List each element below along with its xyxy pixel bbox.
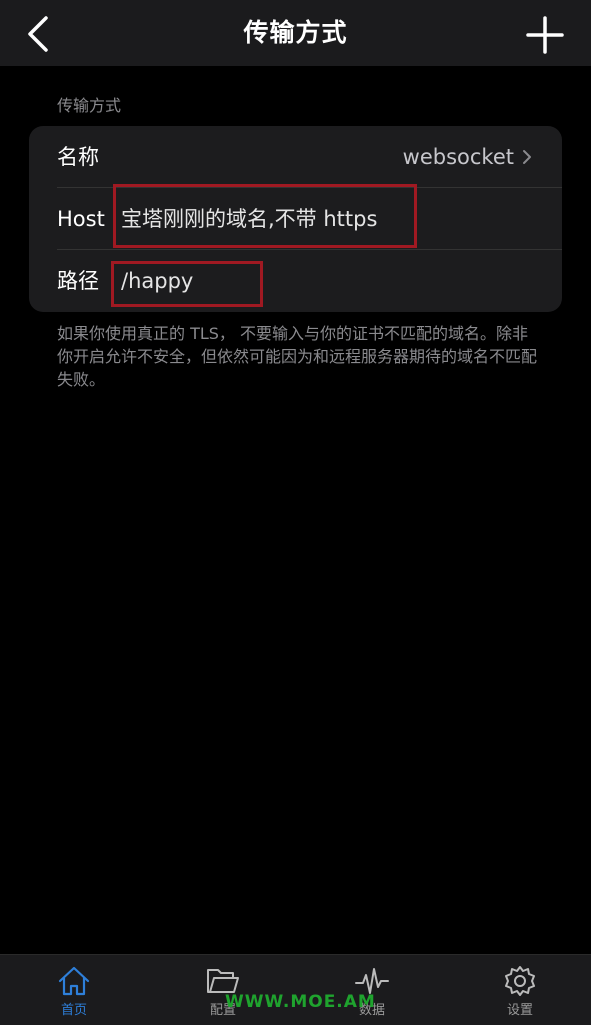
navigation-bar: 传输方式 bbox=[0, 0, 591, 66]
tab-label: 首页 bbox=[60, 1003, 87, 1018]
footer-note: 如果你使用真正的 TLS， 不要输入与你的证书不匹配的域名。除非你开启允许不安全… bbox=[57, 324, 538, 389]
name-value: websocket bbox=[402, 145, 514, 169]
transport-settings-card: 名称 websocket Host 宝塔刚刚的域名,不带 https 路径 /h… bbox=[29, 126, 562, 312]
page-title: 传输方式 bbox=[243, 18, 348, 47]
path-row: 路径 /happy bbox=[29, 250, 562, 312]
tab-home[interactable]: 首页 bbox=[29, 955, 119, 1025]
section-header: 传输方式 bbox=[57, 96, 122, 115]
tab-data[interactable]: 数据 bbox=[327, 955, 417, 1025]
path-highlight-box bbox=[111, 261, 263, 307]
chevron-right-icon bbox=[523, 150, 531, 164]
host-highlight-box bbox=[113, 184, 417, 248]
tab-settings[interactable]: 设置 bbox=[475, 955, 565, 1025]
name-row[interactable]: 名称 websocket bbox=[29, 126, 562, 188]
path-label: 路径 bbox=[57, 269, 99, 293]
plus-icon[interactable] bbox=[526, 16, 564, 54]
gear-icon bbox=[505, 966, 535, 996]
tab-config[interactable]: 配置 bbox=[178, 955, 268, 1025]
tab-bar: 首页 配置 数据 设置 bbox=[0, 954, 591, 1025]
home-icon bbox=[58, 966, 90, 996]
watermark: WWW.MOE.AM bbox=[225, 992, 376, 1012]
tab-label: 设置 bbox=[506, 1003, 533, 1018]
host-label: Host bbox=[57, 207, 105, 231]
name-label: 名称 bbox=[57, 145, 99, 169]
